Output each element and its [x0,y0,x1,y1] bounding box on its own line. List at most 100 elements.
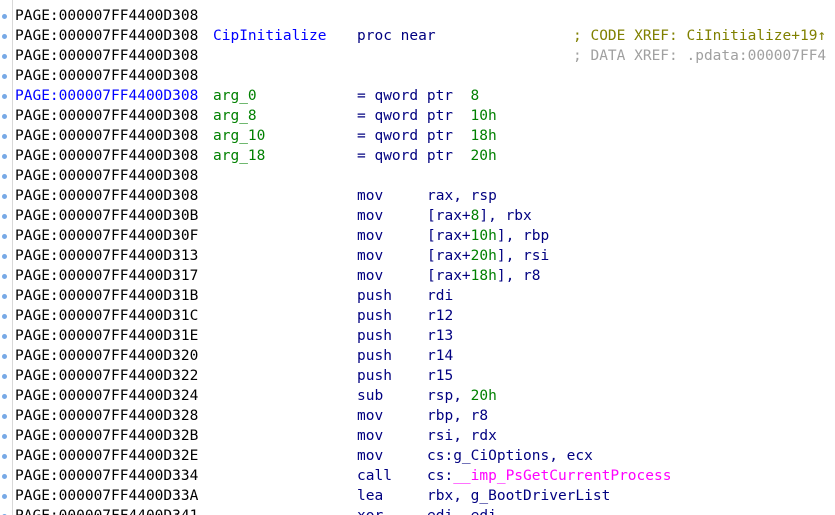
line-marker-dot[interactable] [2,134,7,139]
instruction-operands[interactable]: [rax+18h], r8 [427,266,541,286]
instruction-operands[interactable]: edi, edi [427,506,497,515]
line-address[interactable]: PAGE:000007FF4400D308 [15,106,198,126]
stack-variable-name[interactable]: arg_8 [213,106,257,126]
instruction-mnemonic[interactable]: push [357,346,392,366]
line-address[interactable]: PAGE:000007FF4400D341 [15,506,198,515]
line-address[interactable]: PAGE:000007FF4400D313 [15,246,198,266]
instruction-mnemonic[interactable]: mov [357,226,383,246]
stack-variable-name[interactable]: arg_10 [213,126,265,146]
instruction-operands[interactable]: cs:g_CiOptions, ecx [427,446,593,466]
line-marker-dot[interactable] [2,494,7,499]
line-marker-dot[interactable] [2,214,7,219]
stack-variable-type-text: = qword ptr [357,128,454,144]
line-marker-dot[interactable] [2,194,7,199]
line-marker-dot[interactable] [2,74,7,79]
instruction-mnemonic[interactable]: push [357,326,392,346]
line-address[interactable]: PAGE:000007FF4400D308 [15,166,198,186]
line-marker-dot[interactable] [2,334,7,339]
instruction-mnemonic[interactable]: mov [357,406,383,426]
line-marker-dot[interactable] [2,254,7,259]
line-marker-dot[interactable] [2,114,7,119]
instruction-mnemonic[interactable]: mov [357,246,383,266]
instruction-mnemonic[interactable]: push [357,286,392,306]
instruction-operands[interactable]: r14 [427,346,453,366]
line-address[interactable]: PAGE:000007FF4400D308 [15,46,198,66]
instruction-operands[interactable]: r15 [427,366,453,386]
instruction-mnemonic[interactable]: push [357,366,392,386]
operand-text: edi, edi [427,508,497,515]
line-address[interactable]: PAGE:000007FF4400D308 [15,186,198,206]
instruction-operands[interactable]: [rax+8], rbx [427,206,532,226]
line-address[interactable]: PAGE:000007FF4400D30B [15,206,198,226]
instruction-mnemonic[interactable]: sub [357,386,383,406]
instruction-operands[interactable]: [rax+10h], rbp [427,226,549,246]
line-address[interactable]: PAGE:000007FF4400D30F [15,226,198,246]
line-marker-dot[interactable] [2,354,7,359]
line-address[interactable]: PAGE:000007FF4400D328 [15,406,198,426]
procedure-name[interactable]: CipInitialize [213,26,327,46]
breakpoint-gutter[interactable] [0,0,12,515]
line-address[interactable]: PAGE:000007FF4400D334 [15,466,198,486]
instruction-mnemonic[interactable]: call [357,466,392,486]
instruction-mnemonic[interactable]: mov [357,446,383,466]
line-address[interactable]: PAGE:000007FF4400D32B [15,426,198,446]
line-marker-dot[interactable] [2,394,7,399]
line-address[interactable]: PAGE:000007FF4400D31E [15,326,198,346]
line-marker-dot[interactable] [2,94,7,99]
code-xref-comment[interactable]: ; CODE XREF: CiInitialize+19↑ [573,26,826,46]
line-marker-dot[interactable] [2,234,7,239]
instruction-operands[interactable]: rsp, 20h [427,386,497,406]
line-address[interactable]: PAGE:000007FF4400D31B [15,286,198,306]
instruction-operands[interactable]: rsi, rdx [427,426,497,446]
line-address[interactable]: PAGE:000007FF4400D308 [15,66,198,86]
instruction-operands[interactable]: r12 [427,306,453,326]
line-marker-dot[interactable] [2,54,7,59]
line-address[interactable]: PAGE:000007FF4400D31C [15,306,198,326]
line-address[interactable]: PAGE:000007FF4400D324 [15,386,198,406]
line-marker-dot[interactable] [2,314,7,319]
instruction-mnemonic[interactable]: lea [357,486,383,506]
line-marker-dot[interactable] [2,274,7,279]
data-xref-comment[interactable]: ; DATA XREF: .pdata:000007FF4 [573,46,826,66]
stack-variable-name[interactable]: arg_0 [213,86,257,106]
instruction-operands[interactable]: [rax+20h], rsi [427,246,549,266]
line-marker-dot[interactable] [2,34,7,39]
instruction-operands[interactable]: r13 [427,326,453,346]
stack-variable-type: = qword ptr 8 [357,86,479,106]
instruction-mnemonic[interactable]: mov [357,266,383,286]
instruction-operands[interactable]: cs:__imp_PsGetCurrentProcess [427,466,671,486]
line-address[interactable]: PAGE:000007FF4400D308 [15,26,198,46]
line-marker-dot[interactable] [2,14,7,19]
line-marker-dot[interactable] [2,294,7,299]
line-marker-dot[interactable] [2,154,7,159]
instruction-mnemonic[interactable]: mov [357,186,383,206]
line-address[interactable]: PAGE:000007FF4400D32E [15,446,198,466]
line-marker-dot[interactable] [2,374,7,379]
line-marker-dot[interactable] [2,174,7,179]
line-address[interactable]: PAGE:000007FF4400D308 [15,126,198,146]
line-marker-dot[interactable] [2,474,7,479]
instruction-operands[interactable]: rdi [427,286,453,306]
operand-text: r13 [427,328,454,344]
line-address[interactable]: PAGE:000007FF4400D317 [15,266,198,286]
line-address[interactable]: PAGE:000007FF4400D308 [15,6,198,26]
line-marker-dot[interactable] [2,434,7,439]
instruction-mnemonic[interactable]: push [357,306,392,326]
line-address[interactable]: PAGE:000007FF4400D33A [15,486,198,506]
line-address[interactable]: PAGE:000007FF4400D308 [15,86,198,106]
imported-function-name[interactable]: __imp_PsGetCurrentProcess [453,468,671,484]
instruction-mnemonic[interactable]: xor [357,506,383,515]
disassembly-view[interactable]: PAGE:000007FF4400D308 PAGE:000007FF4400D3… [0,0,835,515]
stack-variable-name[interactable]: arg_18 [213,146,265,166]
operand-text: rax, rsp [427,188,497,204]
instruction-operands[interactable]: rbx, g_BootDriverList [427,486,610,506]
line-address[interactable]: PAGE:000007FF4400D322 [15,366,198,386]
line-marker-dot[interactable] [2,414,7,419]
instruction-operands[interactable]: rbp, r8 [427,406,488,426]
line-marker-dot[interactable] [2,454,7,459]
instruction-mnemonic[interactable]: mov [357,426,383,446]
line-address[interactable]: PAGE:000007FF4400D320 [15,346,198,366]
instruction-mnemonic[interactable]: mov [357,206,383,226]
line-address[interactable]: PAGE:000007FF4400D308 [15,146,198,166]
instruction-operands[interactable]: rax, rsp [427,186,497,206]
